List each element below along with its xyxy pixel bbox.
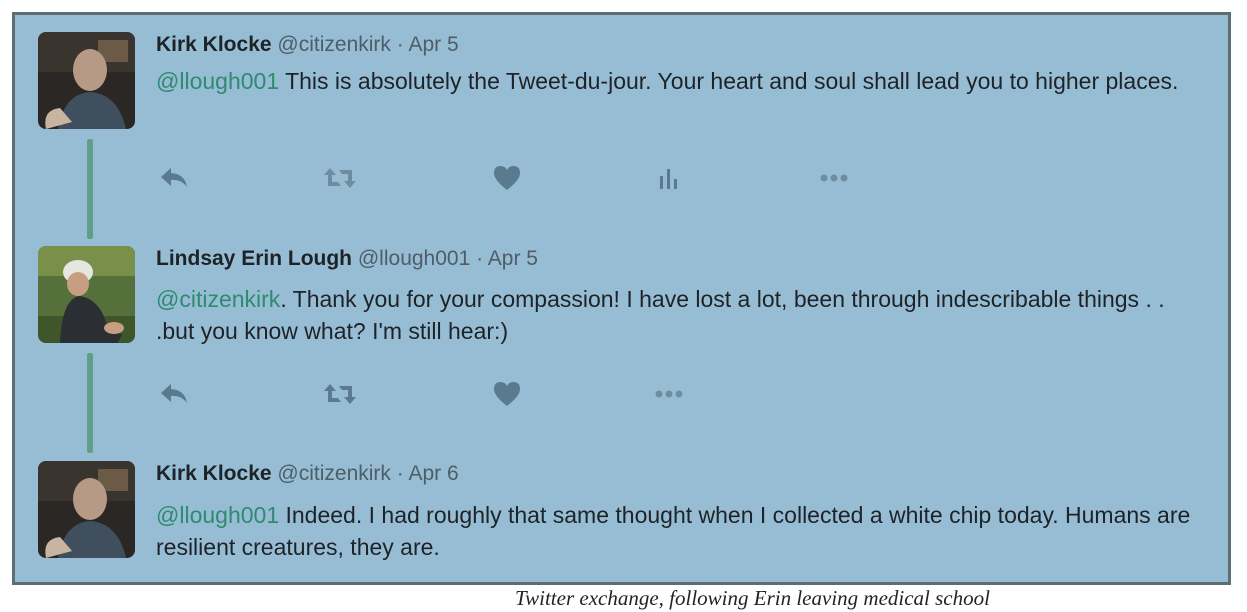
analytics-icon xyxy=(660,169,677,189)
reply-icon xyxy=(161,168,187,187)
retweet-icon xyxy=(324,384,356,404)
tweet-body-text: . Thank you for your compassion! I have … xyxy=(156,286,1165,344)
tweet-header: Kirk Klocke @citizenkirk · Apr 5 xyxy=(156,32,459,58)
author-name[interactable]: Lindsay Erin Lough xyxy=(156,247,352,270)
tweet-date[interactable]: Apr 5 xyxy=(488,247,538,270)
more-icon xyxy=(820,174,848,182)
avatar-kirk-klocke[interactable] xyxy=(38,461,135,558)
like-icon xyxy=(494,166,520,190)
tweet-date[interactable]: Apr 6 xyxy=(408,462,458,485)
header-separator: · xyxy=(396,462,404,485)
retweet-button[interactable] xyxy=(322,379,358,409)
tweet-text: @citizenkirk. Thank you for your compass… xyxy=(156,283,1196,347)
more-button[interactable] xyxy=(651,379,687,409)
like-button[interactable] xyxy=(489,379,525,409)
avatar-kirk-klocke[interactable] xyxy=(38,32,135,129)
tweet-text: @llough001 Indeed. I had roughly that sa… xyxy=(156,499,1196,563)
image-caption: Twitter exchange, following Erin leaving… xyxy=(515,586,990,610)
thread-connector xyxy=(87,353,93,453)
tweet-header: Lindsay Erin Lough @llough001 · Apr 5 xyxy=(156,246,538,272)
header-separator: · xyxy=(396,33,404,56)
mention-link[interactable]: @llough001 xyxy=(156,502,279,528)
more-icon xyxy=(655,390,683,398)
tweet-date[interactable]: Apr 5 xyxy=(408,33,458,56)
tweet-body-text: Indeed. I had roughly that same thought … xyxy=(156,502,1191,560)
more-button[interactable] xyxy=(816,163,852,193)
header-separator: · xyxy=(476,247,484,270)
like-button[interactable] xyxy=(489,163,525,193)
reply-button[interactable] xyxy=(156,163,192,193)
twitter-thread-screenshot: Kirk Klocke @citizenkirk · Apr 5 @llough… xyxy=(12,12,1231,585)
author-handle[interactable]: @llough001 xyxy=(358,247,470,270)
reply-icon xyxy=(161,384,187,403)
author-handle[interactable]: @citizenkirk xyxy=(277,462,391,485)
avatar-lindsay-erin-lough[interactable] xyxy=(38,246,135,343)
like-icon xyxy=(494,382,520,406)
mention-link[interactable]: @citizenkirk xyxy=(156,286,280,312)
tweet-text: @llough001 This is absolutely the Tweet-… xyxy=(156,65,1196,97)
analytics-button[interactable] xyxy=(651,163,687,193)
author-handle[interactable]: @citizenkirk xyxy=(277,33,391,56)
man-portrait-icon xyxy=(38,461,135,558)
retweet-icon xyxy=(324,168,356,188)
tweet-body-text: This is absolutely the Tweet-du-jour. Yo… xyxy=(279,68,1179,94)
reply-button[interactable] xyxy=(156,379,192,409)
author-name[interactable]: Kirk Klocke xyxy=(156,33,272,56)
mention-link[interactable]: @llough001 xyxy=(156,68,279,94)
thread-connector xyxy=(87,139,93,239)
tweet-header: Kirk Klocke @citizenkirk · Apr 6 xyxy=(156,461,459,487)
author-name[interactable]: Kirk Klocke xyxy=(156,462,272,485)
man-portrait-icon xyxy=(38,32,135,129)
retweet-button[interactable] xyxy=(322,163,358,193)
woman-portrait-icon xyxy=(38,246,135,343)
